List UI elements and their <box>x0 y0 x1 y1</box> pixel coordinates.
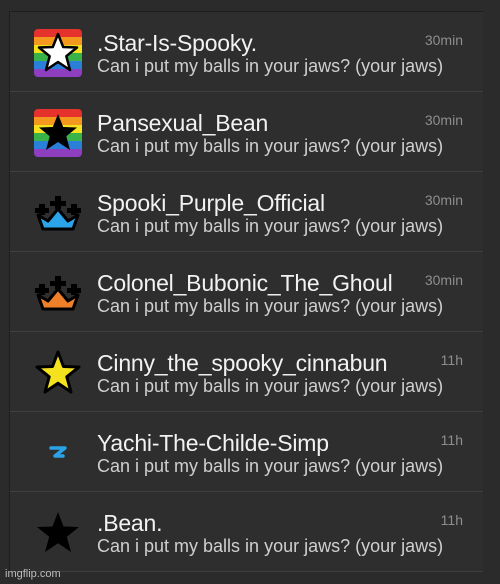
watermark: imgflip.com <box>5 568 61 580</box>
chat-time: 30min <box>424 32 463 48</box>
orange-crown-icon <box>33 268 83 318</box>
rainbow-black-star-icon <box>33 108 83 158</box>
chat-time: 30min <box>424 272 463 288</box>
chat-row[interactable]: Spooki_Purple_Official Can i put my ball… <box>10 172 483 252</box>
chat-name: Yachi-The-Childe-Simp <box>97 430 329 456</box>
chat-preview: Can i put my balls in your jaws? (your j… <box>97 136 444 156</box>
chat-row[interactable]: .Star-Is-Spooky. Can i put my balls in y… <box>10 12 483 92</box>
chat-row[interactable]: Colonel_Bubonic_The_Ghoul Can i put my b… <box>10 252 483 332</box>
chat-time: 30min <box>424 112 463 128</box>
chat-preview: Can i put my balls in your jaws? (your j… <box>97 536 444 556</box>
chat-row[interactable]: .Bean. Can i put my balls in your jaws? … <box>10 492 483 572</box>
yellow-star-icon <box>33 348 83 398</box>
black-star-icon <box>33 508 83 558</box>
chat-list: .Star-Is-Spooky. Can i put my balls in y… <box>9 11 483 572</box>
chat-row[interactable]: Yachi-The-Childe-Simp Can i put my balls… <box>10 412 483 492</box>
chat-preview: Can i put my balls in your jaws? (your j… <box>97 216 444 236</box>
blue-crown-icon <box>33 188 83 238</box>
chat-time: 11h <box>440 432 463 448</box>
chat-row[interactable]: Cinny_the_spooky_cinnabun Can i put my b… <box>10 332 483 412</box>
chat-time: 11h <box>440 512 463 528</box>
chat-preview: Can i put my balls in your jaws? (your j… <box>97 56 444 76</box>
chat-name: Colonel_Bubonic_The_Ghoul <box>97 270 393 296</box>
chat-name: .Bean. <box>97 510 163 536</box>
chat-row[interactable]: Pansexual_Bean Can i put my balls in you… <box>10 92 483 172</box>
chat-time: 11h <box>440 352 463 368</box>
rainbow-white-star-icon <box>33 28 83 78</box>
chat-preview: Can i put my balls in your jaws? (your j… <box>97 456 444 476</box>
blue-lightning-icon <box>33 428 83 478</box>
chat-name: Cinny_the_spooky_cinnabun <box>97 350 388 376</box>
chat-preview: Can i put my balls in your jaws? (your j… <box>97 376 444 396</box>
chat-name: Spooki_Purple_Official <box>97 190 325 216</box>
chat-preview: Can i put my balls in your jaws? (your j… <box>97 296 444 316</box>
chat-name: Pansexual_Bean <box>97 110 269 136</box>
chat-name: .Star-Is-Spooky. <box>97 30 257 56</box>
chat-time: 30min <box>424 192 463 208</box>
